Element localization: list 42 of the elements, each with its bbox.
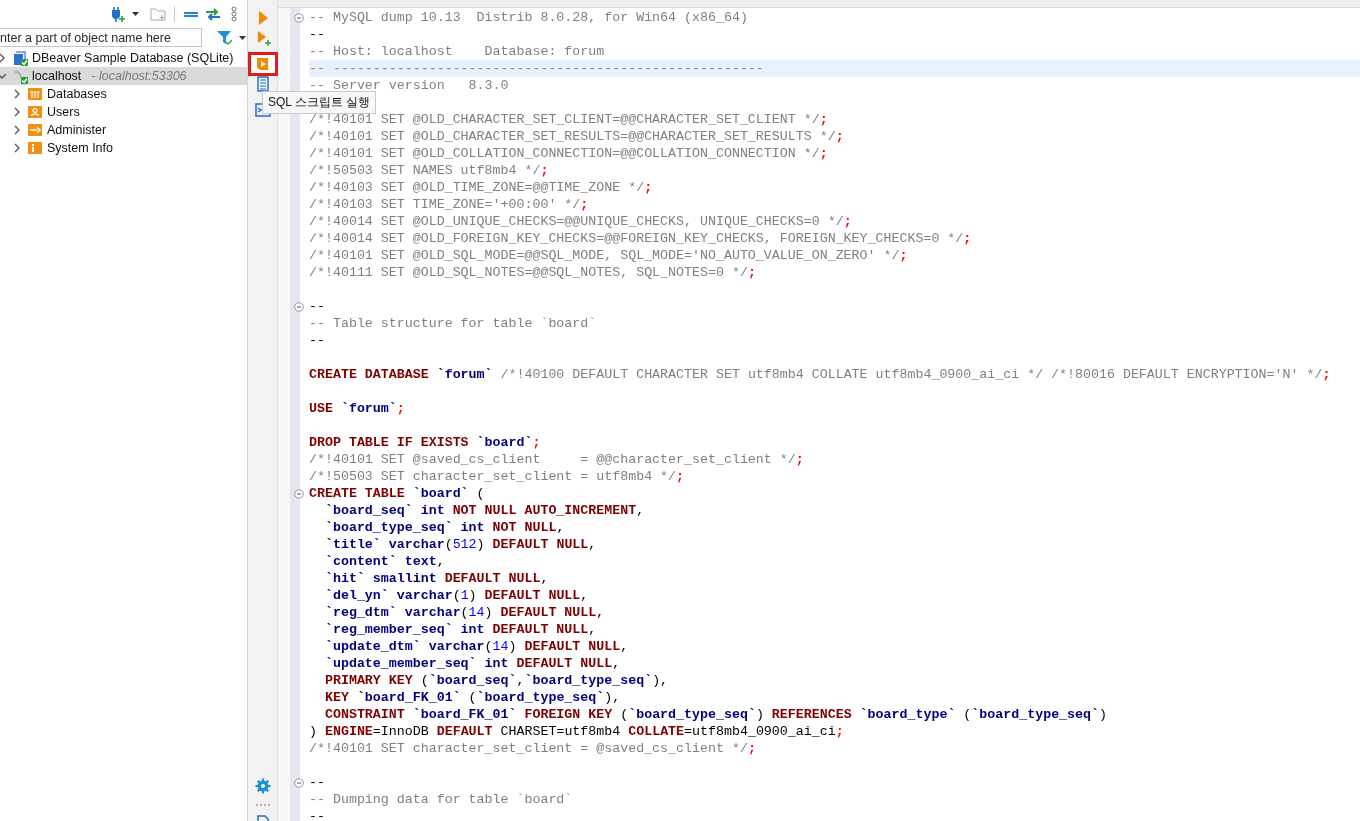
code-line: -- — [309, 298, 326, 315]
code-line: /*!40014 SET @OLD_FOREIGN_KEY_CHECKS=@@FOREIGN_KEY_CHECKS, FOREIGN_KEY_CHECKS=0 */; — [309, 230, 973, 247]
code-line: -- — [309, 808, 326, 821]
code-line: PRIMARY KEY (`board_seq`,`board_type_seq`), — [323, 672, 670, 689]
code-line: `hit` smallint DEFAULT NULL, — [323, 570, 550, 587]
code-line: /*!40101 SET @OLD_COLLATION_CONNECTION=@@COLLATION_CONNECTION */; — [309, 145, 829, 162]
code-line: ) ENGINE=InnoDB DEFAULT CHARSET=utf8mb4 COLLATE=utf8mb4_0900_ai_ci; — [309, 723, 845, 740]
code-line: -- — [309, 332, 326, 349]
code-line: -- Dumping data for table `board` — [309, 791, 574, 808]
code-line: KEY `board_FK_01` (`board_type_seq`), — [323, 689, 622, 706]
code-line: /*!40101 SET @saved_cs_client = @@character_set_client */; — [309, 451, 805, 468]
code-line: -- Table structure for table `board` — [309, 315, 598, 332]
tooltip: SQL 스크립트 실행 — [262, 91, 377, 114]
code-line: /*!40101 SET @OLD_CHARACTER_SET_CLIENT=@@CHARACTER_SET_CLIENT */; — [309, 111, 829, 128]
code-line: -- Server version 8.3.0 — [309, 77, 510, 94]
code-line: `update_dtm` varchar(14) DEFAULT NULL, — [323, 638, 630, 655]
code-line: `del_yn` varchar(1) DEFAULT NULL, — [323, 587, 590, 604]
code-line: CREATE TABLE `board` ( — [309, 485, 486, 502]
code-line: /*!40101 SET @OLD_SQL_MODE=@@SQL_MODE, SQL_MODE='NO_AUTO_VALUE_ON_ZERO' */; — [309, 247, 909, 264]
code-line: /*!40101 SET character_set_client = @saved_cs_client */; — [309, 740, 757, 757]
code-line: DROP TABLE IF EXISTS `board`; — [309, 434, 542, 451]
code-line: `board_type_seq` int NOT NULL, — [323, 519, 566, 536]
code-line: `board_seq` int NOT NULL AUTO_INCREMENT, — [323, 502, 646, 519]
code-line: /*!40103 SET @OLD_TIME_ZONE=@@TIME_ZONE */; — [309, 179, 654, 196]
code-line: `title` varchar(512) DEFAULT NULL, — [323, 536, 598, 553]
code-line: CONSTRAINT `board_FK_01` FOREIGN KEY (`board_type_seq`) REFERENCES `board_type` (`board_type_seq`) — [323, 706, 1108, 723]
code-line: `content` text, — [323, 553, 446, 570]
code-line: /*!40101 SET @OLD_CHARACTER_SET_RESULTS=@@CHARACTER_SET_RESULTS */; — [309, 128, 845, 145]
code-line: -- — [309, 26, 326, 43]
code-line: CREATE DATABASE `forum` /*!40100 DEFAULT CHARACTER SET utf8mb4 COLLATE utf8mb4_0900_ai_ci */ /*!80016 DEFAULT ENCRYPTION='N' */; — [309, 366, 1332, 383]
code-line: -- — [309, 774, 326, 791]
code-line: `reg_member_seq` int DEFAULT NULL, — [323, 621, 598, 638]
code-line: /*!50503 SET character_set_client = utf8mb4 */; — [309, 468, 686, 485]
code-line: -- Host: localhost Database: forum — [309, 43, 606, 60]
code-line: /*!40103 SET TIME_ZONE='+00:00' */; — [309, 196, 590, 213]
code-line: `reg_dtm` varchar(14) DEFAULT NULL, — [323, 604, 606, 621]
code-line: /*!50503 SET NAMES utf8mb4 */; — [309, 162, 550, 179]
code-line: `update_member_seq` int DEFAULT NULL, — [323, 655, 622, 672]
code-line: /*!40111 SET @OLD_SQL_NOTES=@@SQL_NOTES, SQL_NOTES=0 */; — [309, 264, 757, 281]
code-line: USE `forum`; — [309, 400, 406, 417]
code-line: -- MySQL dump 10.13 Distrib 8.0.28, for Win64 (x86_64) — [309, 9, 749, 26]
code-line: /*!40014 SET @OLD_UNIQUE_CHECKS=@@UNIQUE_CHECKS, UNIQUE_CHECKS=0 */; — [309, 213, 853, 230]
